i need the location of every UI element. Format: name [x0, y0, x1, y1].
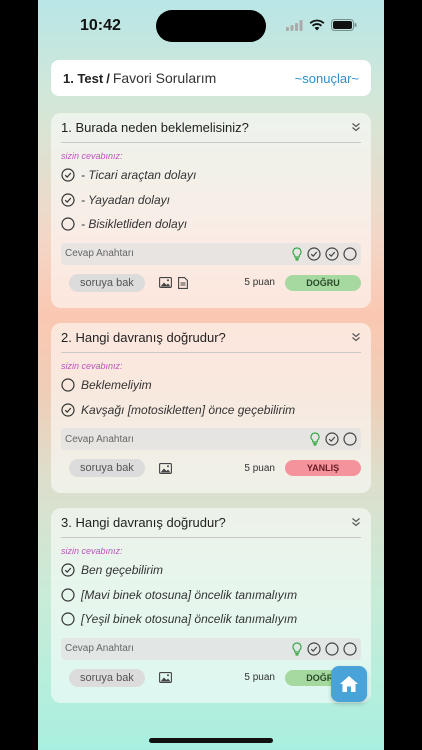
checked-circle-icon [61, 168, 75, 182]
header-separator: / [106, 70, 110, 86]
answer-key-label: Cevap Anahtarı [65, 248, 134, 259]
answer-option[interactable]: [Yeşil binek otosuna] öncelik tanımalıyı… [61, 607, 361, 632]
question-card-3: 3. Hangi davranış doğrudur? sizin cevabı… [51, 508, 371, 703]
media-icons [158, 462, 172, 474]
checked-circle-icon [61, 193, 75, 207]
wifi-icon [309, 18, 325, 36]
status-badge: YANLIŞ [285, 460, 361, 476]
empty-circle-icon [61, 612, 75, 626]
app-screen: 10:42 1. Test / Favori Sorularım ~sonuçl… [38, 0, 384, 750]
answer-option[interactable]: - Yayadan dolayı [61, 188, 361, 213]
question-header[interactable]: 2. Hangi davranış doğrudur? [61, 323, 361, 353]
view-question-button[interactable]: soruya bak [69, 668, 145, 687]
lightbulb-icon[interactable] [291, 246, 303, 261]
empty-circle-icon [325, 641, 339, 656]
points-label: 5 puan [244, 277, 275, 288]
answer-option[interactable]: Ben geçebilirim [61, 558, 361, 583]
document-icon[interactable] [177, 276, 188, 289]
option-text: - Ticari araçtan dolayı [81, 168, 197, 183]
answer-option[interactable]: [Mavi binek otosuna] öncelik tanımalıyım [61, 583, 361, 608]
question-text: 1. Burada neden beklemelisiniz? [61, 120, 249, 135]
question-footer: soruya bak 5 puan DOĞRU [61, 265, 361, 301]
lightbulb-icon[interactable] [291, 641, 303, 656]
answer-option[interactable]: - Bisikletliden dolayı [61, 212, 361, 237]
checked-circle-icon [61, 403, 75, 417]
question-text: 3. Hangi davranış doğrudur? [61, 515, 226, 530]
answer-option[interactable]: Kavşağı [motosikletten] önce geçebilirim [61, 398, 361, 423]
home-indicator [149, 738, 273, 743]
option-text: [Mavi binek otosuna] öncelik tanımalıyım [81, 587, 298, 602]
media-icons [158, 672, 172, 683]
answer-key-row: Cevap Anahtarı [61, 637, 361, 660]
answer-key-label: Cevap Anahtarı [65, 643, 134, 654]
your-answer-label: sizin cevabınız: [61, 361, 123, 371]
answer-option[interactable]: - Ticari araçtan dolayı [61, 163, 361, 188]
answer-key-icons [291, 246, 357, 261]
question-card-2: 2. Hangi davranış doğrudur? sizin cevabı… [51, 323, 371, 493]
answer-option[interactable]: Beklemeliyim [61, 373, 361, 398]
option-text: Kavşağı [motosikletten] önce geçebilirim [81, 402, 296, 417]
view-question-button[interactable]: soruya bak [69, 273, 145, 292]
question-header[interactable]: 1. Burada neden beklemelisiniz? [61, 113, 361, 143]
checked-circle-icon [325, 246, 339, 261]
question-footer: soruya bak 5 puan DOĞRU [61, 660, 361, 696]
empty-circle-icon [343, 432, 357, 446]
answer-key-icons [309, 432, 357, 446]
checked-circle-icon [61, 563, 75, 577]
option-text: - Bisikletliden dolayı [81, 217, 188, 232]
question-footer: soruya bak 5 puan YANLIŞ [61, 450, 361, 486]
dynamic-island [156, 10, 266, 42]
status-time: 10:42 [80, 17, 121, 34]
your-answer-label: sizin cevabınız: [61, 546, 123, 556]
empty-circle-icon [343, 641, 357, 656]
test-label: 1. Test [63, 70, 104, 86]
answer-key-label: Cevap Anahtarı [65, 433, 134, 445]
empty-circle-icon [61, 217, 75, 231]
checked-circle-icon [307, 246, 321, 261]
collapse-chevron-icon[interactable] [351, 514, 361, 532]
your-answer-label: sizin cevabınız: [61, 151, 123, 161]
home-button[interactable] [331, 666, 367, 702]
checked-circle-icon [325, 432, 339, 446]
collapse-chevron-icon[interactable] [351, 119, 361, 137]
option-text: Ben geçebilirim [81, 563, 164, 578]
signal-icon [286, 18, 303, 36]
question-header[interactable]: 3. Hangi davranış doğrudur? [61, 508, 361, 538]
media-icons [158, 276, 188, 289]
battery-icon [331, 18, 357, 36]
status-badge: DOĞRU [285, 274, 361, 291]
option-text: [Yeşil binek otosuna] öncelik tanımalıyı… [81, 612, 298, 627]
image-icon[interactable] [158, 462, 172, 474]
status-icons [286, 18, 357, 36]
header-bar: 1. Test / Favori Sorularım ~sonuçlar~ [51, 60, 371, 96]
status-bar: 10:42 [38, 0, 384, 50]
collapse-chevron-icon[interactable] [351, 329, 361, 347]
empty-circle-icon [61, 588, 75, 602]
option-text: - Yayadan dolayı [81, 192, 170, 207]
question-card-1: 1. Burada neden beklemelisiniz? sizin ce… [51, 113, 371, 308]
lightbulb-icon[interactable] [309, 432, 321, 446]
option-text: Beklemeliyim [81, 378, 152, 393]
view-question-button[interactable]: soruya bak [69, 459, 145, 477]
checked-circle-icon [307, 641, 321, 656]
answer-key-row: Cevap Anahtarı [61, 428, 361, 450]
image-icon[interactable] [158, 277, 172, 288]
points-label: 5 puan [244, 672, 275, 683]
answer-key-row: Cevap Anahtarı [61, 242, 361, 265]
results-link[interactable]: ~sonuçlar~ [295, 71, 359, 86]
question-text: 2. Hangi davranış doğrudur? [61, 330, 226, 345]
empty-circle-icon [343, 246, 357, 261]
home-icon [340, 676, 358, 692]
points-label: 5 puan [244, 462, 275, 474]
answer-key-icons [291, 641, 357, 656]
page-title: Favori Sorularım [112, 70, 217, 86]
image-icon[interactable] [158, 672, 172, 683]
empty-circle-icon [61, 378, 75, 392]
